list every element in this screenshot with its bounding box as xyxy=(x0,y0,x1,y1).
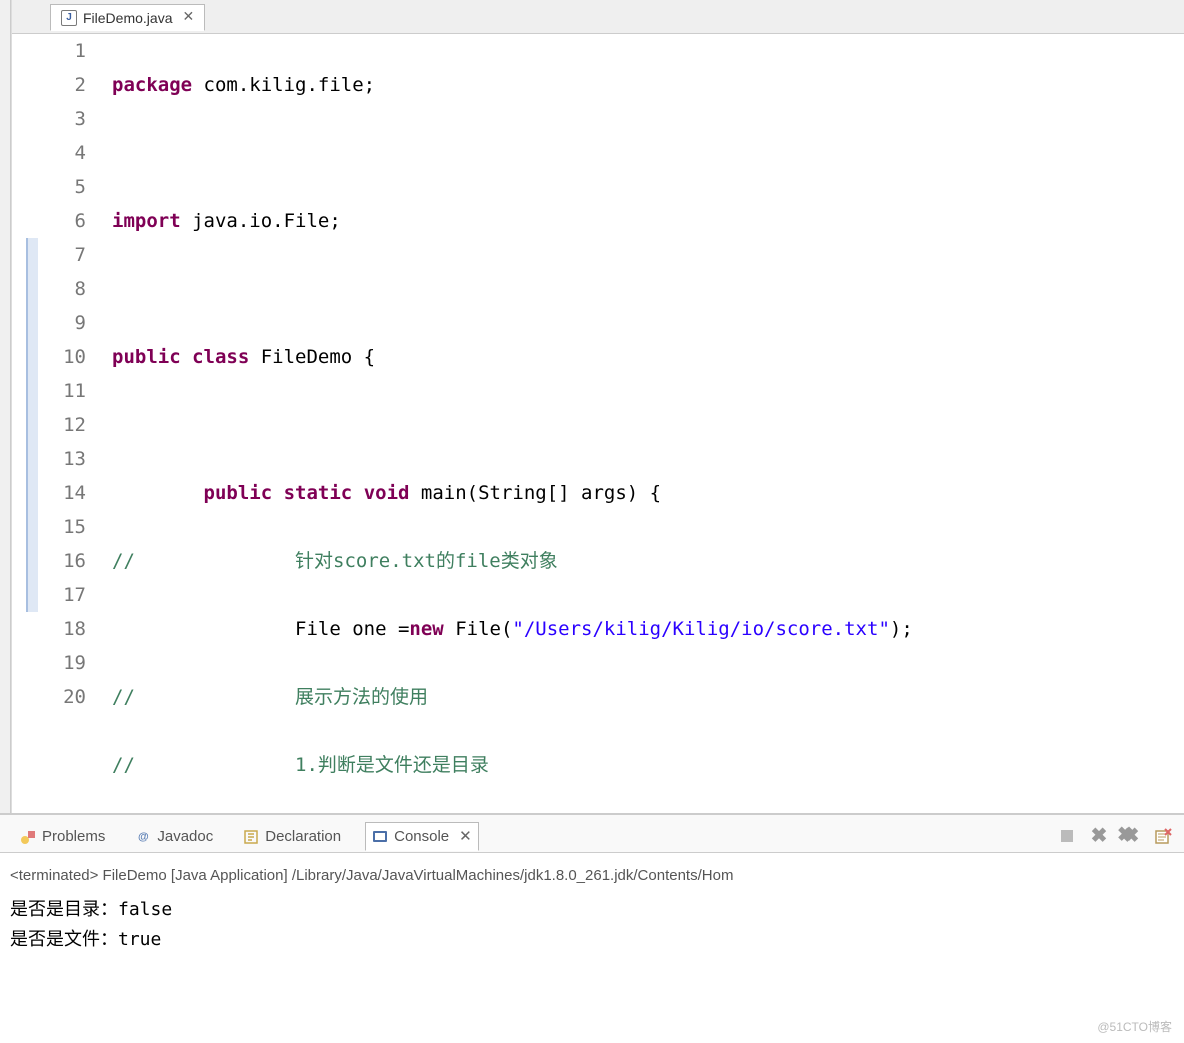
line-number: 19 xyxy=(42,646,86,680)
code-line[interactable]: package com.kilig.file; xyxy=(112,68,1184,102)
line-number: 1 xyxy=(42,34,86,68)
line-number-gutter: 1 2 3 4 5 6 7 8 9 10 11 12 13 14 15 16 1… xyxy=(42,34,90,813)
tab-label: Javadoc xyxy=(157,828,213,845)
close-icon[interactable]: ✕ xyxy=(459,827,472,846)
editor-tab-bar: J FileDemo.java ✕ xyxy=(12,0,1184,34)
line-number: 20 xyxy=(42,680,86,714)
line-number: 17 xyxy=(42,578,86,612)
line-number: 10 xyxy=(42,340,86,374)
editor-pane: J FileDemo.java ✕ 1 2 3 4 5 6 7 xyxy=(11,0,1184,813)
line-number: 3 xyxy=(42,102,86,136)
console-icon xyxy=(372,829,388,845)
tab-problems[interactable]: Problems xyxy=(14,824,111,849)
tab-label: Problems xyxy=(42,828,105,845)
main-area: J FileDemo.java ✕ 1 2 3 4 5 6 7 xyxy=(0,0,1184,813)
console-output[interactable]: <terminated> FileDemo [Java Application]… xyxy=(0,853,1184,1043)
console-toolbar: ✖ ✖✖ xyxy=(1056,825,1174,847)
code-line[interactable]: public static void main(String[] args) { xyxy=(112,476,1184,510)
code-line[interactable] xyxy=(112,136,1184,170)
terminate-button[interactable] xyxy=(1056,825,1078,847)
clear-console-button[interactable] xyxy=(1152,825,1174,847)
line-number: 4 xyxy=(42,136,86,170)
code-editor[interactable]: 1 2 3 4 5 6 7 8 9 10 11 12 13 14 15 16 1… xyxy=(12,34,1184,813)
javadoc-icon: @ xyxy=(135,829,151,845)
remove-all-launches-button[interactable]: ✖✖ xyxy=(1120,825,1142,847)
tab-console[interactable]: Console ✕ xyxy=(365,822,479,851)
code-line[interactable]: import java.io.File; xyxy=(112,204,1184,238)
tab-label: Declaration xyxy=(265,828,341,845)
tab-label: Console xyxy=(394,828,449,845)
code-line[interactable] xyxy=(112,272,1184,306)
line-number: 8 xyxy=(42,272,86,306)
problems-icon xyxy=(20,829,36,845)
line-number: 2 xyxy=(42,68,86,102)
code-content[interactable]: package com.kilig.file; import java.io.F… xyxy=(90,34,1184,813)
line-number: 18 xyxy=(42,612,86,646)
tab-declaration[interactable]: Declaration xyxy=(237,824,347,849)
marker-column xyxy=(12,34,42,813)
code-line[interactable]: File one =new File("/Users/kilig/Kilig/i… xyxy=(112,612,1184,646)
line-number: 6 xyxy=(42,204,86,238)
view-tab-bar: Problems @ Javadoc Declaration Console ✕… xyxy=(0,815,1184,853)
code-line[interactable]: // 1.判断是文件还是目录 xyxy=(112,748,1184,782)
close-icon[interactable]: ✕ xyxy=(182,9,194,26)
line-number: 16 xyxy=(42,544,86,578)
line-number: 14 xyxy=(42,476,86,510)
code-line[interactable]: public class FileDemo { xyxy=(112,340,1184,374)
line-number: 12 xyxy=(42,408,86,442)
console-line: 是否是目录：false xyxy=(10,895,1174,925)
code-line[interactable] xyxy=(112,408,1184,442)
line-number: 11 xyxy=(42,374,86,408)
declaration-icon xyxy=(243,829,259,845)
editor-tab-filedemo[interactable]: J FileDemo.java ✕ xyxy=(50,4,205,31)
java-file-icon: J xyxy=(61,10,77,26)
editor-tab-label: FileDemo.java xyxy=(83,10,172,26)
code-line[interactable]: // 展示方法的使用 xyxy=(112,680,1184,714)
console-line: 是否是文件：true xyxy=(10,925,1174,955)
line-number: 13 xyxy=(42,442,86,476)
tab-javadoc[interactable]: @ Javadoc xyxy=(129,824,219,849)
line-number: 9 xyxy=(42,306,86,340)
watermark: @51CTO博客 xyxy=(1097,1018,1172,1035)
line-number: 5 xyxy=(42,170,86,204)
line-number: 7 xyxy=(42,238,86,272)
code-line[interactable]: // 针对score.txt的file类对象 xyxy=(112,544,1184,578)
console-launch-header: <terminated> FileDemo [Java Application]… xyxy=(10,861,1174,891)
left-toolbar-stub xyxy=(0,0,11,813)
remove-launch-button[interactable]: ✖ xyxy=(1088,825,1110,847)
bottom-panel: Problems @ Javadoc Declaration Console ✕… xyxy=(0,813,1184,1043)
line-number: 15 xyxy=(42,510,86,544)
